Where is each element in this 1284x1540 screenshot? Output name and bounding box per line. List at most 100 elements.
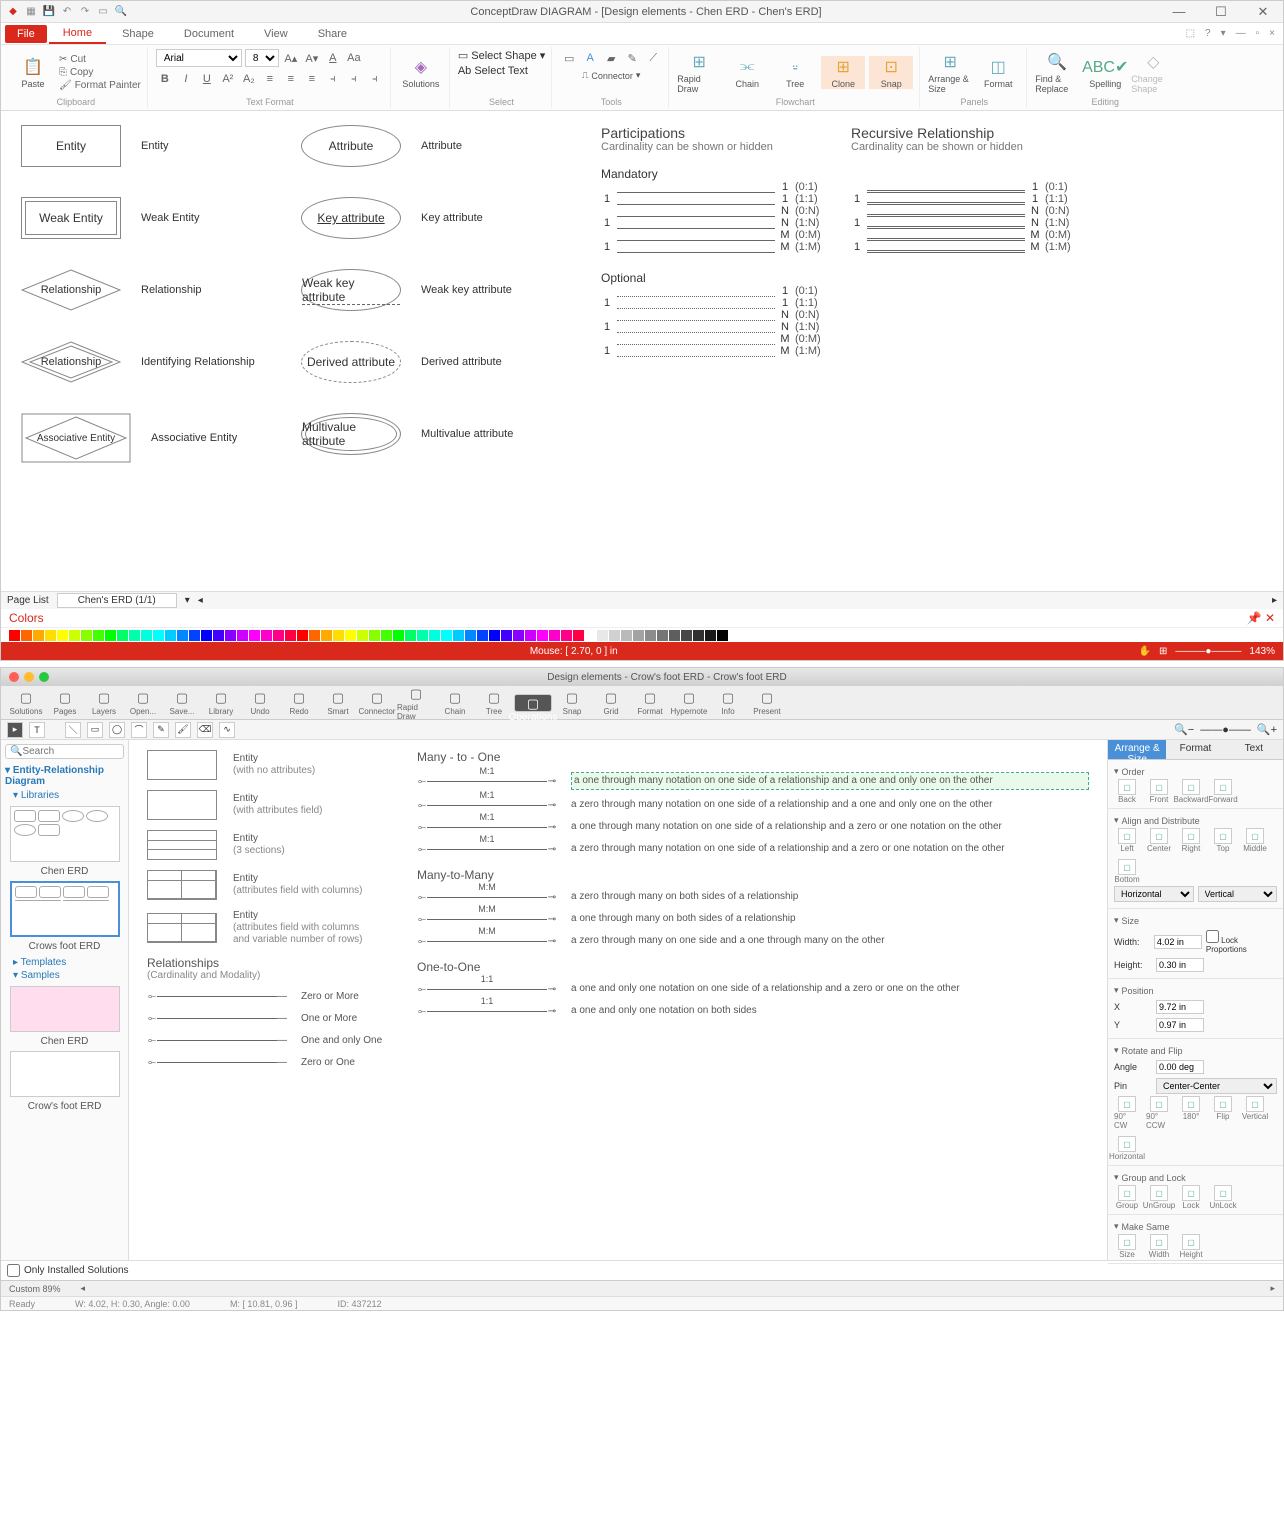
color-swatch[interactable] bbox=[69, 630, 80, 641]
angle-input[interactable] bbox=[1156, 1060, 1204, 1074]
close-panel-icon[interactable]: ✕ bbox=[1265, 611, 1275, 625]
entity-row[interactable]: Entity(with no attributes) bbox=[147, 750, 387, 780]
horiz-select[interactable]: Horizontal bbox=[1114, 886, 1194, 902]
color-swatch[interactable] bbox=[357, 630, 368, 641]
rib-icon[interactable]: × bbox=[1265, 28, 1279, 39]
cut-button[interactable]: ✂Cut bbox=[59, 54, 141, 65]
size-select[interactable]: 8 bbox=[245, 49, 279, 67]
forward-button[interactable]: ▢Forward bbox=[1210, 779, 1236, 804]
text-tool[interactable]: A bbox=[581, 49, 599, 67]
mac-tb-tree[interactable]: ▢Tree bbox=[475, 689, 513, 716]
zoom-out-icon[interactable]: 🔍− bbox=[1174, 723, 1194, 736]
color-swatch[interactable] bbox=[717, 630, 728, 641]
mac-tb-pages[interactable]: ▢Pages bbox=[46, 689, 84, 716]
mac-tb-library[interactable]: ▢Library bbox=[202, 689, 240, 716]
front-button[interactable]: ▢Front bbox=[1146, 779, 1172, 804]
color-swatch[interactable] bbox=[321, 630, 332, 641]
entity-row[interactable]: Entity(3 sections) bbox=[147, 830, 387, 860]
color-swatch[interactable] bbox=[525, 630, 536, 641]
cardinality-line[interactable]: M(0:M) bbox=[851, 229, 1081, 241]
tab-arrange[interactable]: Arrange & Size bbox=[1108, 740, 1166, 759]
weak-key-attribute-shape[interactable]: Weak key attribute bbox=[301, 269, 401, 311]
color-swatch[interactable] bbox=[585, 630, 596, 641]
entity-row[interactable]: Entity(with attributes field) bbox=[147, 790, 387, 820]
search-input[interactable]: 🔍 bbox=[5, 744, 124, 759]
maximize-button[interactable]: ☐ bbox=[1207, 4, 1235, 20]
relationship-row[interactable]: ⟜M:M⊸ a zero through many on one side an… bbox=[417, 934, 1089, 948]
redo-icon[interactable]: ↷ bbox=[79, 6, 91, 18]
format-button[interactable]: ◫Format bbox=[976, 56, 1020, 89]
align-right-button[interactable]: ≡ bbox=[303, 70, 321, 88]
cardinality-line[interactable]: 1(0:1) bbox=[601, 285, 831, 297]
shrink-font-button[interactable]: A▾ bbox=[303, 49, 321, 67]
relationship-row[interactable]: ⟜1:1⊸ a one and only one notation on bot… bbox=[417, 1004, 1089, 1018]
color-swatch[interactable] bbox=[633, 630, 644, 641]
cardinality-line[interactable]: M(0:M) bbox=[601, 333, 831, 345]
y-input[interactable] bbox=[1156, 1018, 1204, 1032]
arrange-size-button[interactable]: ⊞Arrange & Size bbox=[928, 51, 972, 94]
page-tab[interactable]: Chen's ERD (1/1) bbox=[57, 593, 177, 608]
help-icon[interactable]: ? bbox=[1201, 28, 1215, 39]
derived-attribute-shape[interactable]: Derived attribute bbox=[301, 341, 401, 383]
case-button[interactable]: Aa bbox=[345, 49, 363, 67]
color-swatch[interactable] bbox=[297, 630, 308, 641]
zoom-select[interactable]: Custom 89% bbox=[9, 1284, 61, 1294]
color-swatch[interactable] bbox=[393, 630, 404, 641]
sample-crow-thumb[interactable] bbox=[10, 1051, 120, 1097]
key-attribute-shape[interactable]: Key attribute bbox=[301, 197, 401, 239]
rib-icon[interactable]: ▫ bbox=[1252, 28, 1264, 39]
color-swatch[interactable] bbox=[561, 630, 572, 641]
mac-tb-snap[interactable]: ▢Snap bbox=[553, 689, 591, 716]
color-swatch[interactable] bbox=[201, 630, 212, 641]
cardinality-line[interactable]: 1N(1:N) bbox=[601, 321, 831, 333]
color-swatch[interactable] bbox=[405, 630, 416, 641]
entity-box[interactable] bbox=[147, 830, 217, 860]
color-swatch[interactable] bbox=[105, 630, 116, 641]
mac-tb-solutions[interactable]: ▢Solutions bbox=[7, 689, 45, 716]
color-swatch[interactable] bbox=[141, 630, 152, 641]
rib-icon[interactable]: — bbox=[1232, 28, 1250, 39]
color-swatch[interactable] bbox=[285, 630, 296, 641]
cardinality-line[interactable]: 1N(1:N) bbox=[851, 217, 1081, 229]
sub-button[interactable]: A₂ bbox=[240, 70, 258, 88]
copy-button[interactable]: ⎘Copy bbox=[59, 67, 141, 78]
back-button[interactable]: ▢Back bbox=[1114, 779, 1140, 804]
ungroup-button[interactable]: ▢UnGroup bbox=[1146, 1185, 1172, 1210]
color-swatch[interactable] bbox=[237, 630, 248, 641]
eraser-tool[interactable]: ⌫ bbox=[197, 722, 213, 738]
qat-icon[interactable]: ▦ bbox=[25, 6, 37, 18]
color-swatch[interactable] bbox=[477, 630, 488, 641]
spelling-button[interactable]: ABC✔Spelling bbox=[1083, 56, 1127, 89]
color-swatch[interactable] bbox=[681, 630, 692, 641]
mac-close-button[interactable] bbox=[9, 672, 19, 682]
color-swatch[interactable] bbox=[261, 630, 272, 641]
lock-button[interactable]: ▢Lock bbox=[1178, 1185, 1204, 1210]
minimize-button[interactable]: — bbox=[1165, 4, 1193, 19]
mac-tb-present[interactable]: ▢Present bbox=[748, 689, 786, 716]
color-swatch[interactable] bbox=[21, 630, 32, 641]
attribute-shape[interactable]: Attribute bbox=[301, 125, 401, 167]
multivalue-attribute-shape[interactable]: Multivalue attribute bbox=[301, 413, 401, 455]
cardinality-line[interactable]: 11(1:1) bbox=[601, 297, 831, 309]
color-swatch[interactable] bbox=[597, 630, 608, 641]
mac-tb-format[interactable]: ▢Format bbox=[631, 689, 669, 716]
color-swatch[interactable] bbox=[249, 630, 260, 641]
snap-button[interactable]: ⊡Snap bbox=[869, 56, 913, 89]
mac-tb-smart[interactable]: ▢Smart bbox=[319, 689, 357, 716]
font-color-button[interactable]: A bbox=[324, 49, 342, 67]
tab-document[interactable]: Document bbox=[170, 25, 248, 43]
font-select[interactable]: Arial bbox=[156, 49, 242, 67]
only-installed-checkbox[interactable] bbox=[7, 1264, 20, 1277]
new-icon[interactable]: ▭ bbox=[97, 6, 109, 18]
scroll-right-icon[interactable]: ▸ bbox=[1270, 1283, 1275, 1294]
align-center-button[interactable]: ≡ bbox=[282, 70, 300, 88]
cardinality-line[interactable]: 1M(1:M) bbox=[601, 345, 831, 357]
color-swatch[interactable] bbox=[693, 630, 704, 641]
color-swatch[interactable] bbox=[333, 630, 344, 641]
entity-box[interactable] bbox=[147, 790, 217, 820]
mac-tb-operations[interactable]: ▢Operations bbox=[514, 694, 552, 712]
height-input[interactable] bbox=[1156, 958, 1204, 972]
vert-select[interactable]: Vertical bbox=[1198, 886, 1278, 902]
arc-tool[interactable]: ⌒ bbox=[131, 722, 147, 738]
color-swatch[interactable] bbox=[657, 630, 668, 641]
